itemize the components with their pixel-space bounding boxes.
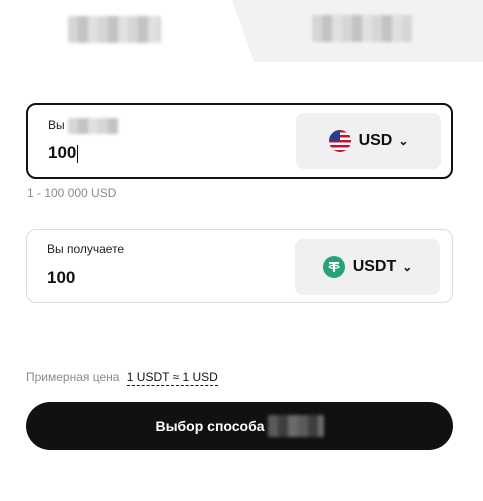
receive-currency-select[interactable]: USDT ⌄ xyxy=(295,239,440,295)
rate-label: Примерная цена xyxy=(26,370,120,384)
amount-range-hint: 1 - 100 000 USD xyxy=(27,186,117,200)
chevron-down-icon: ⌄ xyxy=(398,134,409,148)
tab-buy-label-blurred xyxy=(68,16,161,43)
chevron-down-icon: ⌄ xyxy=(402,260,413,274)
tab-sell-label-blurred xyxy=(312,15,412,42)
us-flag-icon xyxy=(328,130,351,152)
receive-currency-label: USDT xyxy=(352,258,397,275)
choose-payment-method-button[interactable]: Выбор способа xyxy=(26,402,453,450)
tab-bar xyxy=(0,0,483,62)
pay-currency-select[interactable]: USD ⌄ xyxy=(296,113,441,169)
pay-currency-label: USD xyxy=(358,132,393,149)
rate-info: Примерная цена 1 USDT ≈ 1 USD xyxy=(26,370,218,386)
choose-payment-method-label: Выбор способа xyxy=(155,418,265,434)
pay-label-blurred xyxy=(67,118,118,134)
receive-label: Вы получаете xyxy=(47,242,125,256)
tab-sell[interactable] xyxy=(254,0,483,62)
tether-icon xyxy=(322,256,345,278)
pay-amount-input[interactable]: 100 xyxy=(48,143,79,163)
tab-buy[interactable] xyxy=(0,0,232,62)
pay-card[interactable]: Вы 100 USD ⌄ xyxy=(26,103,453,179)
text-cursor xyxy=(77,144,79,163)
receive-card[interactable]: Вы получаете 100 USDT ⌄ xyxy=(26,229,453,303)
receive-amount-input[interactable]: 100 xyxy=(47,268,75,288)
rate-value[interactable]: 1 USDT ≈ 1 USD xyxy=(126,370,218,386)
button-label-blurred xyxy=(267,415,324,437)
pay-label: Вы xyxy=(48,118,118,134)
